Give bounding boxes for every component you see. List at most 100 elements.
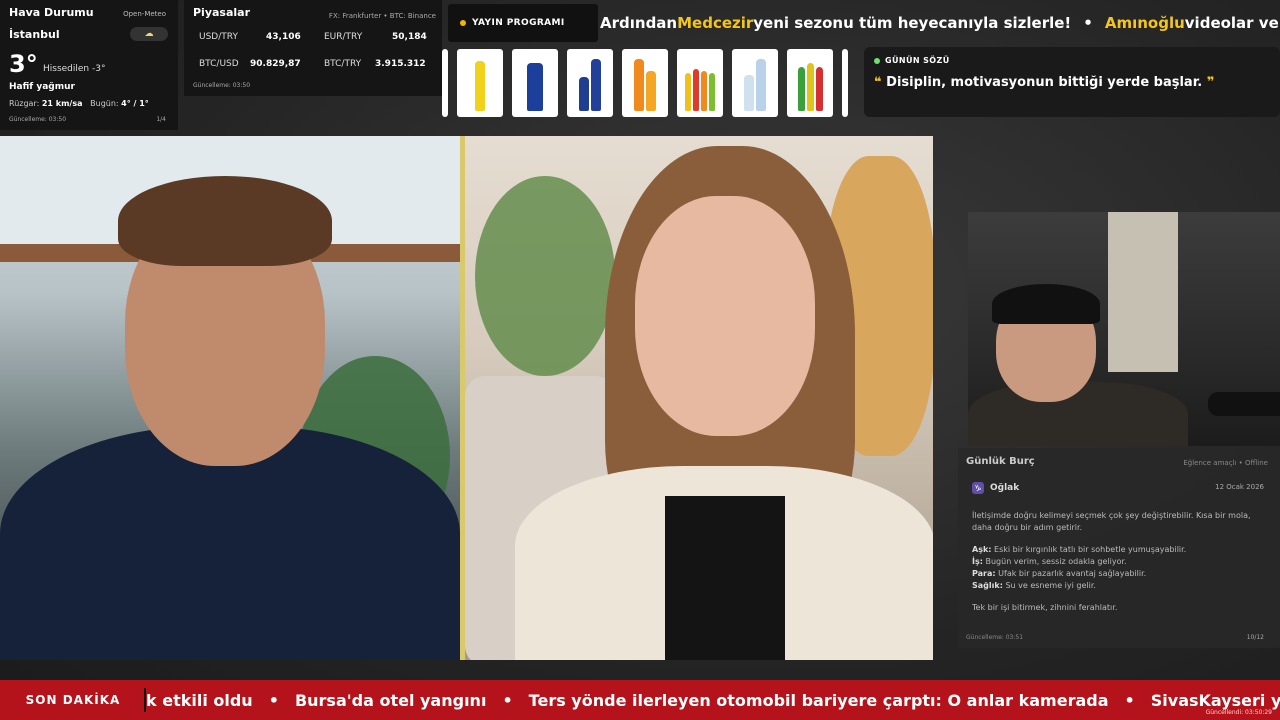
ticker-text-3: videolar ve bi	[1184, 14, 1280, 32]
today-value: 4° / 1°	[121, 99, 149, 108]
bottle-icon	[685, 73, 691, 111]
video-plant	[475, 176, 615, 376]
ticker-separator: •	[1083, 14, 1093, 32]
breaking-separator: •	[268, 690, 279, 710]
btc-try-value: 3.915.312	[375, 59, 426, 69]
wind-value: 21 km/sa	[41, 99, 83, 108]
horoscope-money: Para: Ufak bir pazarlık avantaj sağlayab…	[972, 569, 1147, 578]
eur-try-value: 50,184	[392, 32, 427, 42]
horoscope-widget: Günlük Burç Eğlence amaçlı • Offline ♑ O…	[958, 448, 1280, 648]
btc-try-label: BTC/TRY	[324, 59, 362, 69]
bottle-icon	[693, 69, 699, 111]
horoscope-sign: Oğlak	[990, 483, 1020, 493]
weather-wind: Rüzgar: 21 km/sa Bugün: 4° / 1°	[9, 99, 149, 108]
breaking-label: SON DAKİKA	[0, 680, 146, 720]
ticker-highlight-2: Amınoğlu	[1104, 14, 1185, 32]
product-card	[787, 49, 833, 117]
product-card	[567, 49, 613, 117]
ticker-highlight-1: Medcezir	[677, 14, 754, 32]
bottle-icon	[579, 77, 589, 111]
horoscope-body: İletişimde doğru kelimeyi seçmek çok şey…	[972, 510, 1262, 624]
markets-source: FX: Frankfurter • BTC: Binance	[328, 12, 436, 20]
can-icon	[527, 63, 543, 111]
weather-feels-like: Hissedilen -3°	[43, 64, 106, 74]
usd-try-label: USD/TRY	[199, 32, 238, 42]
horoscope-health: Sağlık: Su ve esneme iyi gelir.	[972, 581, 1096, 590]
markets-widget: Piyasalar FX: Frankfurter • BTC: Binance…	[184, 0, 442, 96]
bottle-icon	[646, 71, 656, 111]
capricorn-icon: ♑	[972, 482, 984, 494]
product-card	[732, 49, 778, 117]
product-card	[622, 49, 668, 117]
quote-open-icon: ❝	[874, 75, 882, 90]
bottle-icon	[591, 59, 601, 111]
breaking-item: Ters yönde ilerleyen otomobil bariyere ç…	[528, 690, 1109, 710]
horoscope-sign-row: ♑ Oğlak	[972, 482, 1019, 494]
video-person-face	[635, 196, 815, 436]
bottle-icon	[634, 59, 644, 111]
horoscope-outro: Tek bir işi bitirmek, zihnini ferahlatır…	[972, 603, 1118, 612]
video-person-hair	[118, 176, 332, 266]
quote-label-row: GÜNÜN SÖZÜ	[874, 56, 1270, 65]
weather-page: 1/4	[156, 116, 166, 123]
horoscope-date: 12 Ocak 2026	[1215, 483, 1264, 491]
markets-updated: Güncelleme: 03:50	[193, 82, 251, 89]
product-card	[677, 49, 723, 117]
horoscope-intro: İletişimde doğru kelimeyi seçmek çok şey…	[972, 511, 1251, 532]
product-card	[512, 49, 558, 117]
product-card-edge	[442, 49, 448, 117]
microphone-icon	[1208, 392, 1280, 416]
schedule-button[interactable]: YAYIN PROGRAMI	[448, 4, 598, 42]
bottle-icon	[475, 61, 485, 111]
live-dot-icon	[874, 57, 880, 64]
weather-widget: Hava Durumu Open-Meteo İstanbul ☁ 3° His…	[0, 0, 178, 130]
bottle-icon	[744, 75, 754, 111]
weather-source: Open-Meteo	[123, 10, 166, 18]
breaking-separator: •	[502, 690, 513, 710]
weather-condition: Hafif yağmur	[9, 82, 75, 92]
bottle-icon	[709, 73, 715, 111]
horoscope-work: İş: Bugün verim, sessiz odakla geliyor.	[972, 557, 1127, 566]
weather-temperature: 3°	[9, 50, 38, 78]
webcam-feed	[968, 212, 1280, 446]
horoscope-love: Aşk: Eski bir kırgınlık tatlı bir sohbet…	[972, 545, 1187, 554]
btc-usd-value: 90.829,87	[250, 59, 301, 69]
eur-try-label: EUR/TRY	[324, 32, 363, 42]
ticker-text-1: Ardından	[600, 14, 678, 32]
quote-label: GÜNÜN SÖZÜ	[885, 56, 950, 65]
breaking-item: SivasKayseri yolu ula	[1150, 690, 1280, 710]
breaking-separator: •	[1124, 690, 1135, 710]
video-left-panel	[0, 136, 460, 660]
wind-label: Rüzgar:	[9, 99, 40, 108]
quote-widget: GÜNÜN SÖZÜ ❝ Disiplin, motivasyonun bitt…	[864, 47, 1280, 117]
horoscope-page: 10/12	[1246, 634, 1264, 641]
schedule-label: YAYIN PROGRAMI	[472, 18, 565, 28]
webcam-door	[1108, 212, 1178, 372]
breaking-news-bar: SON DAKİKA k etkili oldu • Bursa'da otel…	[0, 680, 1280, 720]
quote-text: Disiplin, motivasyonun bittiği yerde baş…	[886, 75, 1203, 90]
video-person-top	[665, 496, 785, 660]
horoscope-updated: Güncelleme: 03:51	[966, 634, 1024, 641]
schedule-dot-icon	[460, 20, 466, 26]
btc-usd-label: BTC/USD	[199, 59, 239, 69]
webcam-person-cap	[992, 284, 1100, 324]
quote-text-row: ❝ Disiplin, motivasyonun bittiği yerde b…	[874, 75, 1270, 90]
weather-updated: Güncelleme: 03:50	[9, 116, 67, 123]
product-strip	[442, 49, 856, 125]
horoscope-tag: Eğlence amaçlı • Offline	[1183, 459, 1268, 467]
bottle-icon	[806, 63, 814, 111]
ticker-text-2: yeni sezonu tüm heyecanıyla sizlerle!	[753, 14, 1072, 32]
today-label: Bugün:	[90, 99, 119, 108]
quote-close-icon: ❞	[1206, 75, 1215, 90]
bottle-icon	[815, 67, 823, 111]
breaking-updated: Güncellendi: 03:50:29	[1205, 709, 1272, 716]
product-card	[457, 49, 503, 117]
usd-try-value: 43,106	[266, 32, 301, 42]
cloud-rain-icon: ☁	[130, 27, 168, 41]
breaking-items: k etkili oldu • Bursa'da otel yangını • …	[146, 680, 1280, 720]
product-card-edge	[842, 49, 848, 117]
breaking-item: Bursa'da otel yangını	[294, 690, 487, 710]
bottle-icon	[701, 71, 707, 111]
video-right-panel	[465, 136, 933, 660]
bottle-icon	[756, 59, 766, 111]
